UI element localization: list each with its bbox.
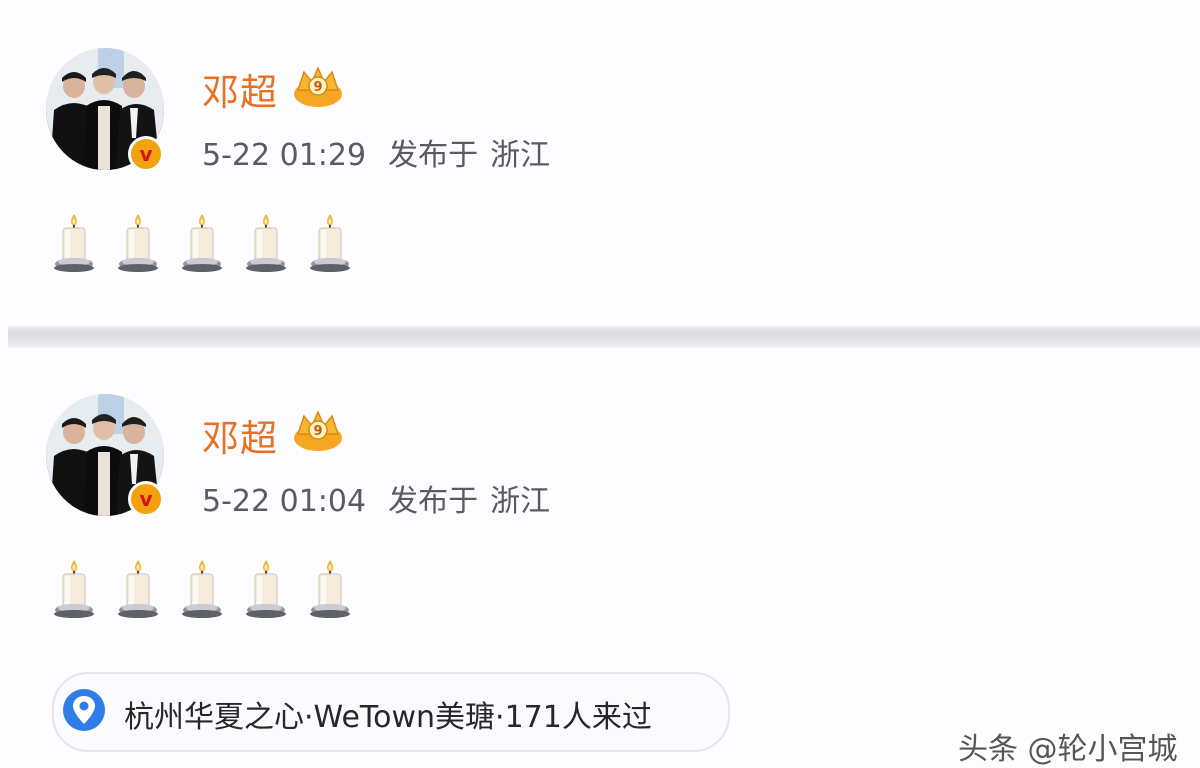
- post-time[interactable]: 5-22 01:29: [202, 138, 366, 173]
- candle-emoji-icon: [116, 212, 160, 276]
- post-meta: 5-22 01:29 发布于 浙江: [202, 130, 550, 174]
- post-divider: [8, 326, 1200, 348]
- candle-emoji-icon: [52, 212, 96, 276]
- candle-emoji-icon: [308, 558, 352, 622]
- post-content: [52, 212, 362, 276]
- weibo-post: v 邓超 9 5-22 01:29 发布于 浙江: [0, 0, 1200, 326]
- location-tag[interactable]: 杭州华夏之心·WeTown美瑭·171人来过: [52, 672, 730, 752]
- published-label: 发布于: [388, 484, 479, 519]
- published-label: 发布于: [388, 138, 479, 173]
- post-region: 浙江: [490, 484, 551, 519]
- crown-level-number: 9: [313, 424, 322, 439]
- candle-emoji-icon: [52, 558, 96, 622]
- post-content: [52, 558, 362, 622]
- verified-badge-icon: v: [128, 481, 164, 517]
- watermark: 头条 @轮小宫城: [958, 732, 1178, 767]
- candle-emoji-icon: [244, 212, 288, 276]
- location-text[interactable]: 杭州华夏之心·WeTown美瑭·171人来过: [124, 692, 652, 736]
- author-name[interactable]: 邓超: [202, 408, 278, 462]
- crown-level-icon: 9: [292, 64, 344, 108]
- crown-level-number: 9: [313, 80, 322, 95]
- crown-level-icon: 9: [292, 408, 344, 452]
- candle-emoji-icon: [116, 558, 160, 622]
- candle-emoji-icon: [308, 212, 352, 276]
- post-meta: 5-22 01:04 发布于 浙江: [202, 476, 550, 520]
- post-region: 浙江: [490, 138, 551, 173]
- author-name[interactable]: 邓超: [202, 62, 278, 116]
- candle-emoji-icon: [244, 558, 288, 622]
- post-time[interactable]: 5-22 01:04: [202, 484, 366, 519]
- candle-emoji-icon: [180, 558, 224, 622]
- verified-badge-icon: v: [128, 136, 164, 172]
- location-pin-icon: [62, 682, 106, 738]
- candle-emoji-icon: [180, 212, 224, 276]
